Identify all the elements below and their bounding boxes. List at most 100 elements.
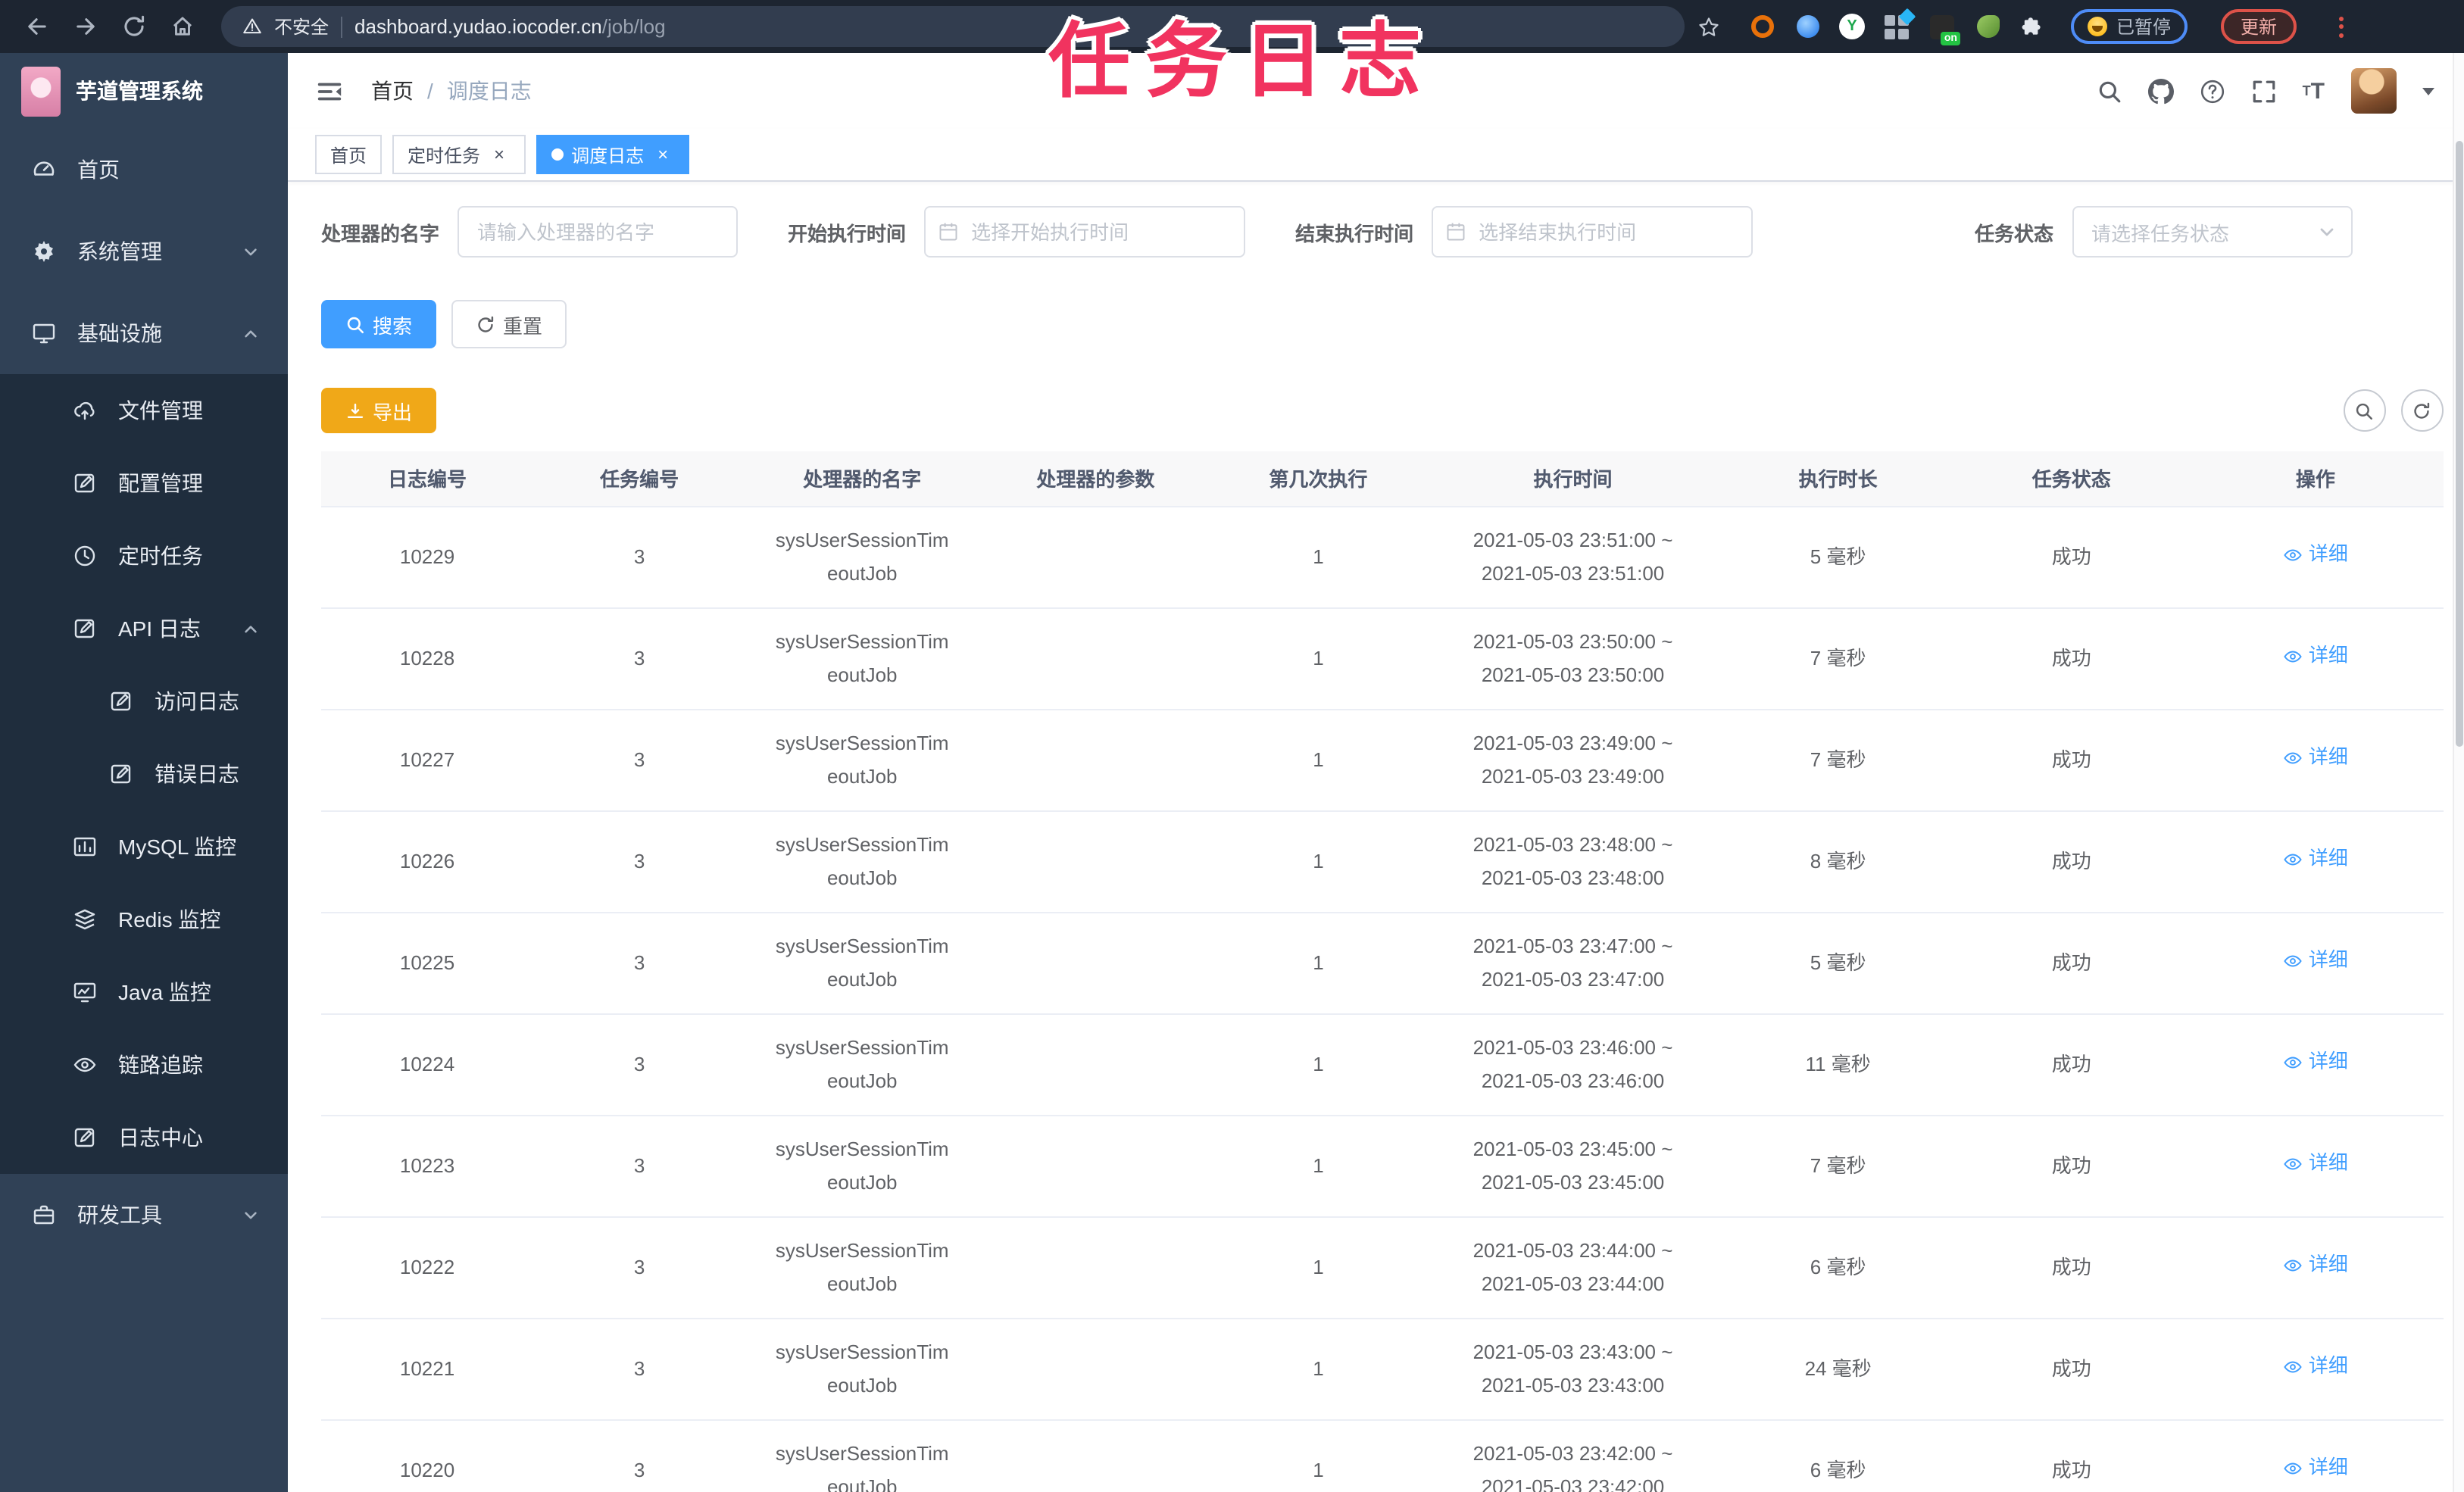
toolbox-icon [32,1203,56,1227]
browser-forward-icon[interactable] [64,5,106,48]
sidebar-item-system[interactable]: 系统管理 [0,211,288,292]
header-search-icon[interactable] [2097,78,2122,104]
cell-handler-param [979,1013,1213,1116]
sidebar-item-file[interactable]: 文件管理 [0,374,288,447]
avatar[interactable] [2350,68,2396,114]
update-button[interactable]: 更新 [2221,9,2297,44]
sidebar-item-home[interactable]: 首页 [0,129,288,211]
cell-log-id: 10223 [321,1115,534,1217]
detail-link[interactable]: 详细 [2283,1452,2348,1485]
sidebar-item-error-log[interactable]: 错误日志 [0,738,288,810]
cell-duration: 24 毫秒 [1721,1318,1955,1420]
sidebar-item-label: 链路追踪 [118,1053,203,1077]
browser-reload-icon[interactable] [112,5,155,48]
cell-log-id: 10226 [321,810,534,913]
end-time-label: 结束执行时间 [1295,222,1414,245]
task-status-select[interactable]: 请选择任务状态 [2072,206,2352,258]
hamburger-icon[interactable] [312,73,347,108]
cell-duration: 6 毫秒 [1721,1216,1955,1319]
browser-home-icon[interactable] [161,5,203,48]
security-label: 不安全 [274,17,329,38]
sidebar-item-log-center[interactable]: 日志中心 [0,1101,288,1174]
chevron-down-icon[interactable] [2422,87,2434,95]
extension-green-y-icon[interactable]: Y [1839,14,1865,39]
table-row: 10227 3 sysUserSessionTim eoutJob 1 2021-… [321,709,2443,811]
browser-back-icon[interactable] [15,5,58,48]
detail-link[interactable]: 详细 [2283,1046,2348,1079]
paused-badge[interactable]: 已暂停 [2071,9,2188,44]
app-logo-row[interactable]: 芋道管理系统 [0,53,288,129]
cell-handler-name: sysUserSessionTim eoutJob [745,1013,979,1116]
tab-job[interactable]: 定时任务 × [392,135,526,174]
end-time-input[interactable] [1432,206,1754,258]
handler-name-input[interactable] [458,206,739,258]
sidebar-item-redis[interactable]: Redis 监控 [0,883,288,956]
sidebar-item-java[interactable]: Java 监控 [0,956,288,1028]
github-icon[interactable] [2147,78,2174,104]
reset-button[interactable]: 重置 [451,300,567,348]
col-handler-name: 处理器的名字 [745,451,979,507]
cell-operation: 详细 [2188,810,2443,913]
sidebar-item-job[interactable]: 定时任务 [0,520,288,592]
sidebar-item-trace[interactable]: 链路追踪 [0,1028,288,1101]
extension-orange-icon[interactable] [1748,13,1775,40]
sidebar-item-api-log[interactable]: API 日志 [0,592,288,665]
calendar-icon [938,221,959,242]
cell-exec-time: 2021-05-03 23:48:00 ~2021-05-03 23:48:00 [1424,810,1722,913]
cell-status: 成功 [1954,1216,2188,1319]
address-bar[interactable]: 不安全 dashboard.yudao.iocoder.cn/job/log [221,6,1685,47]
cell-duration: 7 毫秒 [1721,607,1955,710]
sidebar-item-label: API 日志 [118,616,201,641]
tab-job-log[interactable]: 调度日志 × [536,135,690,174]
col-handler-param: 处理器的参数 [979,451,1213,507]
sidebar-item-access-log[interactable]: 访问日志 [0,665,288,738]
tab-label: 定时任务 [408,145,481,166]
detail-link[interactable]: 详细 [2283,944,2348,978]
cell-log-id: 10221 [321,1318,534,1420]
tab-home[interactable]: 首页 [315,135,383,174]
start-time-input[interactable] [924,206,1246,258]
detail-link[interactable]: 详细 [2283,538,2348,572]
cell-operation: 详细 [2188,1115,2443,1217]
url-divider [341,16,343,37]
extension-grid-icon[interactable] [1883,7,1916,40]
help-icon[interactable] [2200,78,2225,104]
bookmark-star-icon[interactable] [1697,14,1721,39]
search-button[interactable]: 搜索 [321,300,437,348]
detail-link[interactable]: 详细 [2283,1147,2348,1181]
breadcrumb-home[interactable]: 首页 [371,76,414,106]
filter-handler: 处理器的名字 [321,206,739,258]
extension-leaf-icon[interactable] [1974,13,2001,40]
detail-link[interactable]: 详细 [2283,843,2348,876]
sidebar-item-config[interactable]: 配置管理 [0,447,288,520]
detail-link[interactable]: 详细 [2283,741,2348,775]
browser-menu-icon[interactable] [2333,10,2350,43]
close-icon[interactable]: × [488,143,511,166]
page-scrollbar[interactable] [2452,53,2464,1492]
extensions-row: Y on 已暂停 更新 [1748,7,2449,45]
sidebar-item-infra[interactable]: 基础设施 [0,292,288,374]
cell-task-id: 3 [533,1419,746,1492]
extension-on-icon[interactable]: on [1928,13,1960,45]
cell-operation: 详细 [2188,1013,2443,1116]
url-host: dashboard.yudao.iocoder.cn [354,15,602,38]
detail-link[interactable]: 详细 [2283,640,2348,673]
content: 处理器的名字 开始执行时间 结束执行时间 [288,182,2464,1492]
close-icon[interactable]: × [651,143,674,166]
export-button[interactable]: 导出 [321,388,437,433]
sidebar-item-dev-tools[interactable]: 研发工具 [0,1174,288,1256]
toggle-search-button[interactable] [2343,389,2385,432]
detail-link[interactable]: 详细 [2283,1249,2348,1282]
detail-link[interactable]: 详细 [2283,1350,2348,1384]
extensions-puzzle-icon[interactable] [2019,13,2047,40]
extension-blue-icon[interactable] [1794,13,1821,40]
scrollbar-thumb[interactable] [2455,141,2462,747]
sidebar-item-mysql[interactable]: MySQL 监控 [0,810,288,883]
cell-exec-time: 2021-05-03 23:47:00 ~2021-05-03 23:47:00 [1424,912,1722,1014]
cell-task-id: 3 [533,810,746,913]
fullscreen-icon[interactable] [2251,78,2277,104]
font-size-icon[interactable]: TT [2303,80,2325,102]
refresh-button[interactable] [2400,389,2443,432]
not-secure-warning-icon [242,17,262,36]
sidebar-item-label: 研发工具 [77,1203,162,1227]
